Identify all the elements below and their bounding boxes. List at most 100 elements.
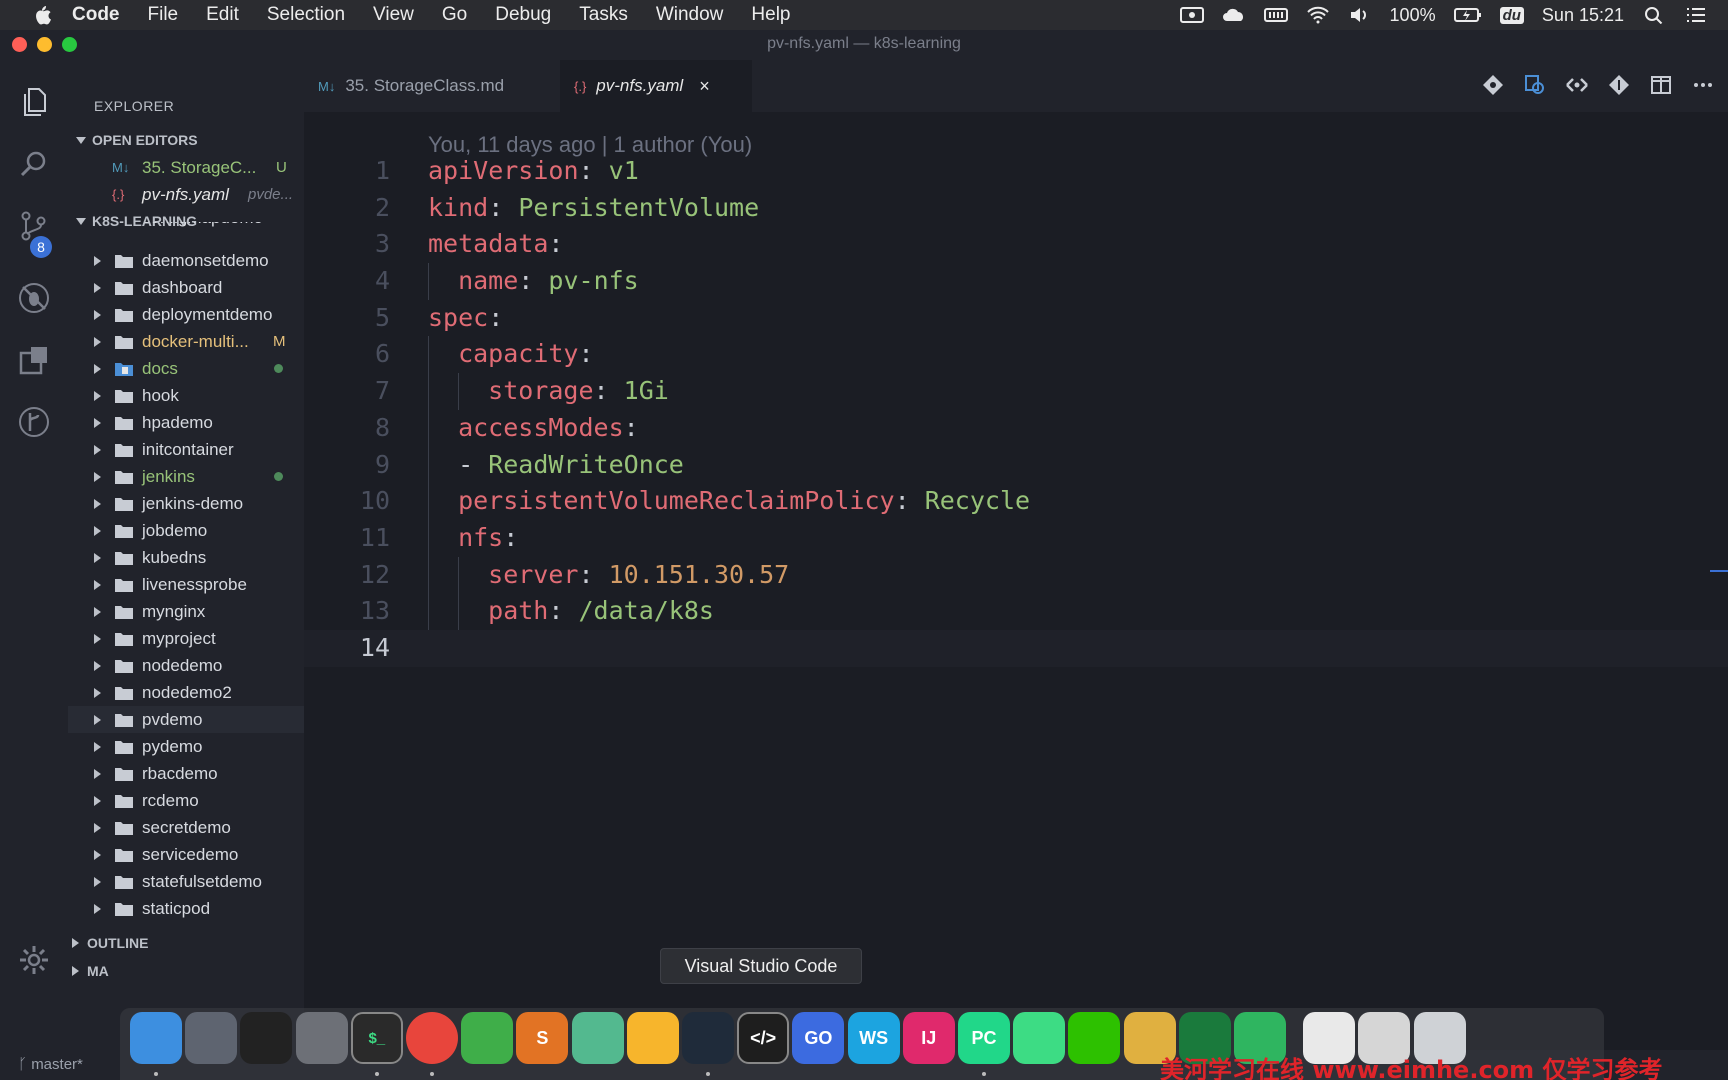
dock-webstorm-icon[interactable]: WS xyxy=(847,1012,900,1064)
tab-storageclass-md[interactable]: M↓ 35. StorageClass.md xyxy=(318,60,538,112)
gitlens-icon[interactable] xyxy=(14,402,54,442)
dock-launchpad-icon[interactable] xyxy=(185,1012,238,1064)
open-editor-pv-nfs[interactable]: {.} pv-nfs.yaml pvde... xyxy=(68,181,304,208)
code-line[interactable]: 11 nfs: xyxy=(304,519,1728,557)
folder-docker-multi[interactable]: docker-multi... M xyxy=(68,328,304,355)
dock-goland-icon[interactable]: GO xyxy=(792,1012,845,1064)
open-changes-icon[interactable] xyxy=(1524,74,1546,96)
folder-jobdemo[interactable]: jobdemo xyxy=(68,517,304,544)
folder-pydemo[interactable]: pydemo xyxy=(68,733,304,760)
explorer-icon[interactable] xyxy=(14,82,54,122)
folder-nodedemo[interactable]: nodedemo xyxy=(68,652,304,679)
folder-livenessprobe[interactable]: livenessprobe xyxy=(68,571,304,598)
code-line[interactable]: 13 path: /data/k8s xyxy=(304,593,1728,630)
dock-pycharm-icon[interactable]: PC xyxy=(958,1012,1010,1064)
code-line[interactable]: 3 metadata: xyxy=(304,226,1728,263)
apple-icon[interactable] xyxy=(28,4,56,26)
volume-icon[interactable] xyxy=(1348,6,1372,24)
code-line[interactable]: 12 server: 10.151.30.57 xyxy=(304,556,1728,594)
clock[interactable]: Sun 15:21 xyxy=(1542,5,1624,26)
folder-statefulsetdemo[interactable]: statefulsetdemo xyxy=(68,868,304,895)
dock-android-studio-icon[interactable] xyxy=(1013,1012,1066,1064)
folder-daemonsetdemo[interactable]: daemonsetdemo xyxy=(68,247,304,274)
menu-file[interactable]: File xyxy=(148,4,179,26)
cloud-icon[interactable] xyxy=(1222,6,1246,24)
folder-hpademo[interactable]: hpademo xyxy=(68,409,304,436)
folder-jenkins[interactable]: jenkins xyxy=(68,463,304,490)
dock-system-preferences-icon[interactable] xyxy=(295,1012,348,1064)
folder-deploymentdemo[interactable]: deploymentdemo xyxy=(68,301,304,328)
menu-tasks[interactable]: Tasks xyxy=(579,4,628,26)
screen-record-icon[interactable] xyxy=(1179,6,1204,24)
wifi-icon[interactable] xyxy=(1306,6,1330,24)
folder-nodedemo2[interactable]: nodedemo2 xyxy=(68,679,304,706)
code-line[interactable]: 10 persistentVolumeReclaimPolicy: Recycle xyxy=(304,483,1728,520)
folder-pvdemo[interactable]: pvdemo xyxy=(68,706,304,733)
folder-hook[interactable]: hook xyxy=(68,382,304,409)
open-editor-storageclass[interactable]: M↓ 35. StorageC... U xyxy=(68,154,304,181)
notification-center-icon[interactable] xyxy=(1684,6,1708,24)
folder-initcontainer[interactable]: initcontainer xyxy=(68,436,304,463)
code-editor[interactable]: You, 11 days ago | 1 author (You) 1 apiVe… xyxy=(304,112,1728,1050)
folder-jenkins-demo[interactable]: jenkins-demo xyxy=(68,490,304,517)
more-actions-icon[interactable] xyxy=(1692,74,1714,96)
git-branch-status[interactable]: ᚴ master* xyxy=(18,1056,83,1073)
dock-terminal-icon[interactable]: $_ xyxy=(350,1012,403,1064)
dock-qq-icon[interactable] xyxy=(240,1012,293,1064)
folder-myproject[interactable]: myproject xyxy=(68,625,304,652)
menu-window[interactable]: Window xyxy=(656,4,724,26)
code-line[interactable]: 7 storage: 1Gi xyxy=(304,373,1728,410)
menu-go[interactable]: Go xyxy=(442,4,467,26)
dock-sublime-icon[interactable]: S xyxy=(516,1012,569,1064)
menu-app-code[interactable]: Code xyxy=(72,4,120,26)
dock-sketch-icon[interactable] xyxy=(626,1012,679,1064)
code-line[interactable]: 2 kind: PersistentVolume xyxy=(304,190,1728,227)
tab-pv-nfs-yaml[interactable]: {.} pv-nfs.yaml × xyxy=(560,60,752,112)
open-editors-header[interactable]: OPEN EDITORS xyxy=(76,132,198,148)
menu-debug[interactable]: Debug xyxy=(495,4,551,26)
spotlight-search-icon[interactable] xyxy=(1642,6,1666,24)
split-editor-icon[interactable] xyxy=(1650,74,1672,96)
dock-atom-icon[interactable] xyxy=(571,1012,624,1064)
folder-dashboard[interactable]: dashboard xyxy=(68,274,304,301)
dock-evernote-icon[interactable] xyxy=(461,1012,514,1064)
search-icon[interactable] xyxy=(14,144,54,184)
folder-secretdemo[interactable]: secretdemo xyxy=(68,814,304,841)
git-compare-icon[interactable] xyxy=(1482,74,1504,96)
menu-help[interactable]: Help xyxy=(751,4,790,26)
code-line[interactable]: 9 - ReadWriteOnce xyxy=(304,446,1728,484)
battery-charging-icon[interactable] xyxy=(1453,6,1482,24)
folder-docs[interactable]: docs xyxy=(68,355,304,382)
folder-mynginx[interactable]: mynginx xyxy=(68,598,304,625)
code-line[interactable]: 14 xyxy=(304,629,1728,667)
code-line[interactable]: 5 spec: xyxy=(304,300,1728,337)
git-history-icon[interactable] xyxy=(1608,74,1630,96)
folder-kubedns[interactable]: kubedns xyxy=(68,544,304,571)
maven-header[interactable]: MA xyxy=(72,963,109,979)
tree-item-partial[interactable]: configmapdemo xyxy=(68,222,304,236)
du-icon[interactable]: du xyxy=(1499,6,1524,24)
dock-vscode-icon[interactable] xyxy=(682,1012,734,1064)
folder-servicedemo[interactable]: servicedemo xyxy=(68,841,304,868)
code-lines[interactable]: 1 apiVersion: v1 2 kind: PersistentVolume 3 m… xyxy=(304,153,1728,667)
dock-chrome-icon[interactable] xyxy=(406,1012,458,1064)
debug-icon[interactable] xyxy=(14,278,54,318)
close-tab-icon[interactable]: × xyxy=(699,76,710,97)
code-line[interactable]: 8 accessModes: xyxy=(304,409,1728,447)
menu-selection[interactable]: Selection xyxy=(267,4,345,26)
code-line[interactable]: 1 apiVersion: v1 xyxy=(304,153,1728,190)
menu-view[interactable]: View xyxy=(373,4,414,26)
folder-rcdemo[interactable]: rcdemo xyxy=(68,787,304,814)
extensions-icon[interactable] xyxy=(14,340,54,380)
code-line[interactable]: 4 name: pv-nfs xyxy=(304,263,1728,300)
folder-rbacdemo[interactable]: rbacdemo xyxy=(68,760,304,787)
folder-staticpod[interactable]: staticpod xyxy=(68,895,304,922)
menu-edit[interactable]: Edit xyxy=(206,4,239,26)
dock-wechat-icon[interactable] xyxy=(1068,1012,1121,1064)
toggle-blame-icon[interactable] xyxy=(1566,74,1588,96)
dock-code-editor-icon[interactable]: </> xyxy=(737,1012,790,1064)
memory-icon[interactable] xyxy=(1263,6,1288,24)
settings-gear-icon[interactable] xyxy=(14,940,54,980)
outline-header[interactable]: OUTLINE xyxy=(72,935,148,951)
dock-finder-icon[interactable] xyxy=(130,1012,182,1064)
